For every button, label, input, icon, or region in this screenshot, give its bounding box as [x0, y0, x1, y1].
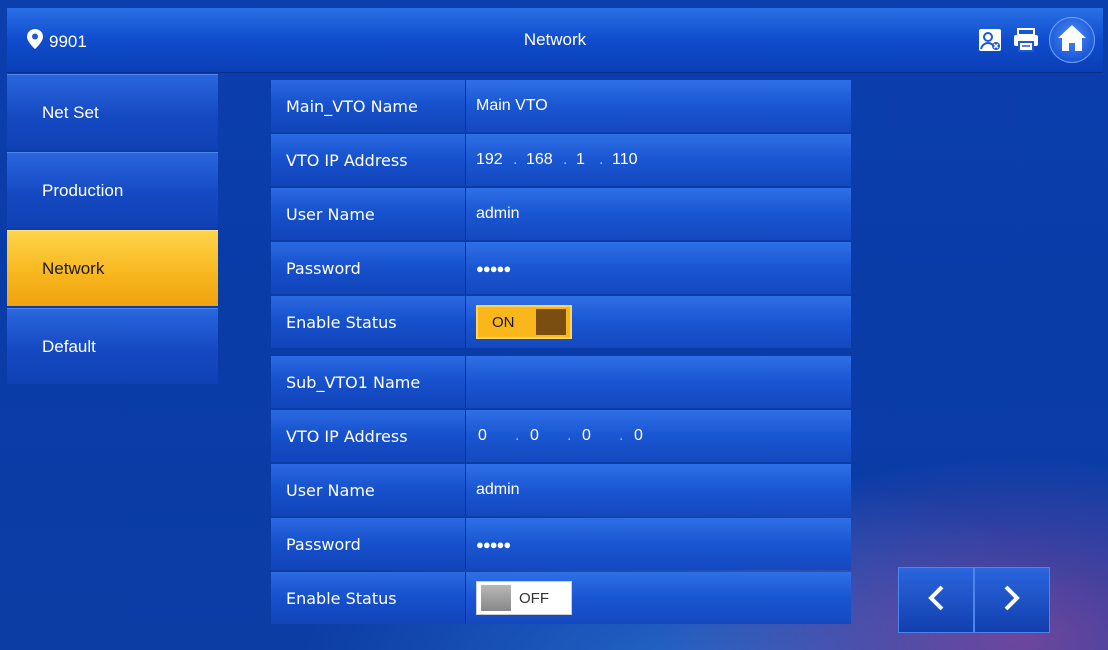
- chevron-right-icon: [1003, 585, 1021, 616]
- next-page-button[interactable]: [974, 567, 1050, 633]
- contact-card-icon[interactable]: [977, 27, 1003, 53]
- sidebar-item-network[interactable]: Network: [7, 230, 218, 306]
- sub-vto1-enable-toggle[interactable]: OFF: [476, 581, 572, 615]
- ip-octet[interactable]: 0: [476, 427, 515, 445]
- sub-vto1-ip-field[interactable]: 0 . 0 . 0 . 0: [466, 410, 851, 462]
- sub-vto1-user-label: User Name: [271, 464, 466, 516]
- sub-vto1-user-field[interactable]: admin: [466, 464, 851, 516]
- form-row: VTO IP Address 0 . 0 . 0 . 0: [271, 410, 851, 462]
- form-row: Password ●●●●●: [271, 242, 851, 294]
- ip-octet[interactable]: 0: [528, 427, 567, 445]
- home-button[interactable]: [1049, 17, 1095, 63]
- main-vto-section: Main_VTO Name Main VTO VTO IP Address 19…: [271, 80, 851, 348]
- form-row: Sub_VTO1 Name: [271, 356, 851, 408]
- main-vto-name-label: Main_VTO Name: [271, 80, 466, 132]
- toggle-state-label: OFF: [519, 589, 549, 607]
- ip-separator: .: [515, 427, 520, 444]
- main-vto-enable-toggle[interactable]: ON: [476, 305, 572, 339]
- form-row: User Name admin: [271, 464, 851, 516]
- form-row: VTO IP Address 192 . 168 . 1 . 110: [271, 134, 851, 186]
- form-row: Main_VTO Name Main VTO: [271, 80, 851, 132]
- toggle-knob: [536, 309, 566, 335]
- form-row: Password ●●●●●: [271, 518, 851, 570]
- page-title: Network: [523, 30, 587, 49]
- sub-vto1-password-field[interactable]: ●●●●●: [466, 518, 851, 570]
- main-vto-password-label: Password: [271, 242, 466, 294]
- ip-octet[interactable]: 192: [476, 151, 513, 169]
- pager: [898, 567, 1050, 633]
- ip-separator: .: [599, 151, 604, 168]
- sub-vto1-password-label: Password: [271, 518, 466, 570]
- network-form: Main_VTO Name Main VTO VTO IP Address 19…: [271, 80, 851, 632]
- form-row: Enable Status OFF: [271, 572, 851, 624]
- ip-separator: .: [513, 151, 518, 168]
- sidebar-item-production[interactable]: Production: [7, 152, 218, 228]
- main-vto-status-label: Enable Status: [271, 296, 466, 348]
- ip-octet[interactable]: 168: [526, 151, 563, 169]
- ip-octet[interactable]: 110: [612, 151, 649, 169]
- ip-octet[interactable]: 0: [632, 427, 671, 445]
- message-printer-icon[interactable]: [1013, 27, 1039, 53]
- top-bar: 9901 Network: [7, 8, 1103, 73]
- ip-octet[interactable]: 1: [576, 151, 599, 169]
- sub-vto1-name-label: Sub_VTO1 Name: [271, 356, 466, 408]
- main-vto-ip-field[interactable]: 192 . 168 . 1 . 110: [466, 134, 851, 186]
- ip-separator: .: [619, 427, 624, 444]
- main-vto-ip-label: VTO IP Address: [271, 134, 466, 186]
- chevron-left-icon: [927, 585, 945, 616]
- ip-separator: .: [567, 427, 572, 444]
- sidebar: Net Set Production Network Default: [7, 74, 218, 386]
- form-row: User Name admin: [271, 188, 851, 240]
- home-icon: [1057, 24, 1087, 57]
- sub-vto1-status-label: Enable Status: [271, 572, 466, 624]
- toggle-knob: [481, 585, 511, 611]
- main-vto-user-label: User Name: [271, 188, 466, 240]
- ip-separator: .: [563, 151, 568, 168]
- toggle-state-label: ON: [492, 313, 515, 331]
- main-vto-name-field[interactable]: Main VTO: [466, 80, 851, 132]
- form-row: Enable Status ON: [271, 296, 851, 348]
- sidebar-item-default[interactable]: Default: [7, 308, 218, 384]
- ip-octet[interactable]: 0: [580, 427, 619, 445]
- main-vto-user-field[interactable]: admin: [466, 188, 851, 240]
- sub-vto1-section: Sub_VTO1 Name VTO IP Address 0 . 0 . 0 .…: [271, 356, 851, 624]
- main-vto-password-field[interactable]: ●●●●●: [466, 242, 851, 294]
- previous-page-button[interactable]: [898, 567, 974, 633]
- sub-vto1-ip-label: VTO IP Address: [271, 410, 466, 462]
- sidebar-item-net-set[interactable]: Net Set: [7, 74, 218, 150]
- sub-vto1-name-field[interactable]: [466, 356, 851, 408]
